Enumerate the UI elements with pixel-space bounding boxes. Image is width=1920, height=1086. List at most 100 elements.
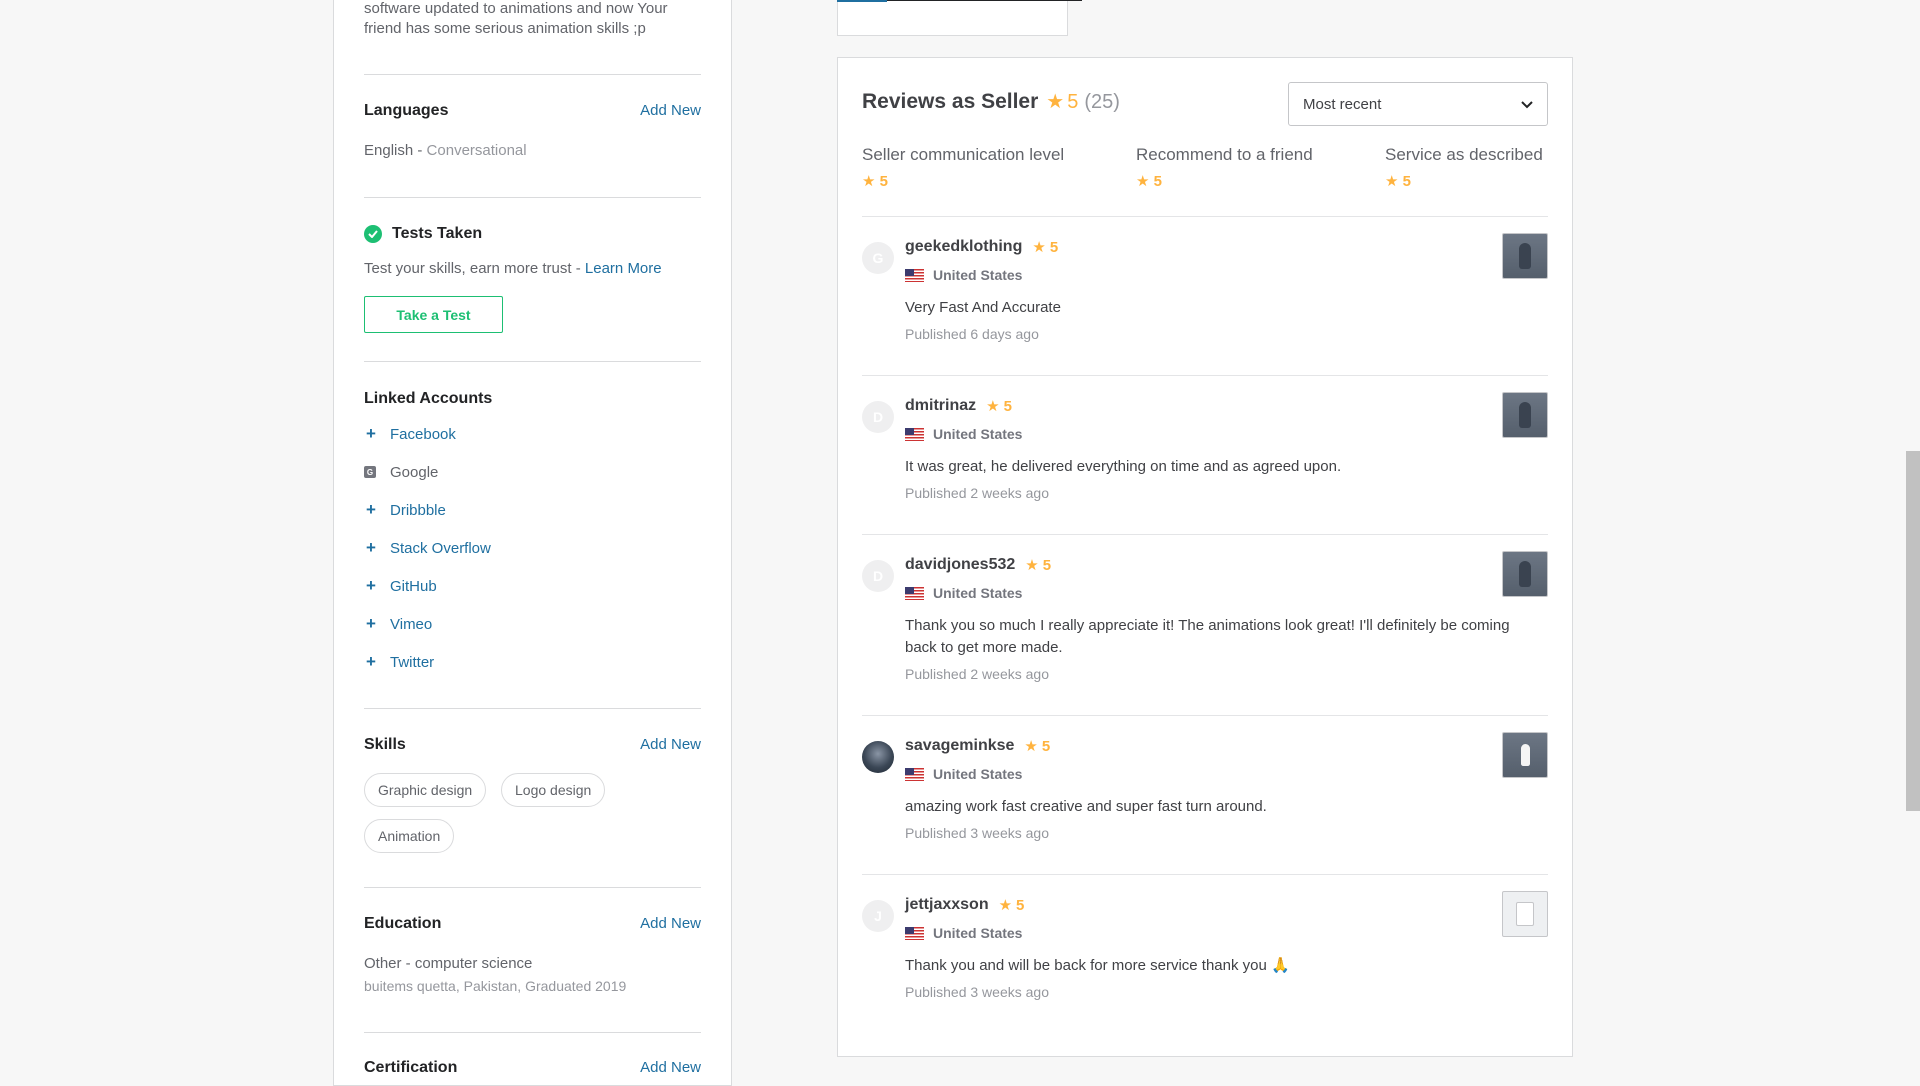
- linked-account-label: GitHub: [390, 577, 437, 595]
- review-header: geekedklothing ★ 5: [905, 238, 1058, 256]
- linked-account-label: Twitter: [390, 653, 435, 671]
- plus-icon: +: [366, 576, 376, 595]
- review-date: Published 2 weeks ago: [905, 485, 1049, 501]
- review-date: Published 3 weeks ago: [905, 984, 1049, 1000]
- tests-description: Test your skills, earn more trust - Lear…: [364, 260, 662, 277]
- review-date: Published 3 weeks ago: [905, 825, 1049, 841]
- gig-thumbnail[interactable]: [1502, 551, 1548, 597]
- reviewer-username[interactable]: geekedklothing: [905, 238, 1022, 256]
- plus-icon: +: [366, 424, 376, 443]
- star-icon: ★: [862, 173, 876, 190]
- review-text: Thank you and will be back for more serv…: [905, 957, 1290, 974]
- education-title: Education: [364, 915, 442, 932]
- linked-accounts-title: Linked Accounts: [364, 390, 493, 407]
- take-a-test-button[interactable]: Take a Test: [364, 296, 503, 333]
- linked-account-stack-overflow[interactable]: + Stack Overflow: [364, 537, 491, 559]
- thumbnail-figure: [1519, 561, 1531, 587]
- criteria-rating: ★ 5: [1136, 172, 1162, 190]
- language-name: English: [364, 142, 414, 159]
- plus-icon: +: [366, 652, 376, 671]
- star-icon: ★: [1385, 173, 1399, 190]
- review-header: davidjones532 ★ 5: [905, 556, 1051, 574]
- education-degree: Other - computer science: [364, 955, 533, 972]
- review-rating: 5: [1049, 238, 1059, 256]
- star-icon: ★: [1136, 173, 1150, 190]
- gig-card-stub: [837, 0, 1068, 36]
- gig-thumbnail[interactable]: [1502, 392, 1548, 438]
- us-flag-icon: [905, 427, 924, 441]
- skill-chip[interactable]: Animation: [364, 819, 455, 853]
- criteria-label: Service as described: [1385, 145, 1543, 164]
- profile-sidebar-card: software updated to animations and now Y…: [333, 0, 732, 1086]
- star-icon: ★: [986, 398, 1000, 415]
- gig-thumbnail[interactable]: [1502, 732, 1548, 778]
- tests-desc-text: Test your skills, earn more trust -: [364, 260, 585, 277]
- reviews-card: Reviews as Seller ★ 5 (25) Most recent S…: [837, 57, 1573, 1057]
- skill-chip[interactable]: Graphic design: [364, 773, 487, 807]
- sort-selected-value: Most recent: [1303, 95, 1382, 113]
- avatar[interactable]: D: [862, 560, 894, 592]
- plus-icon: +: [366, 614, 376, 633]
- reviewer-country: United States: [905, 585, 1022, 601]
- review-date: Published 6 days ago: [905, 326, 1039, 342]
- education-add-new-link[interactable]: Add New: [640, 915, 701, 932]
- criteria-label: Recommend to a friend: [1136, 145, 1313, 164]
- profile-description: software updated to animations and now Y…: [364, 0, 668, 39]
- reviewer-username[interactable]: dmitrinaz: [905, 397, 976, 415]
- linked-account-facebook[interactable]: + Facebook: [364, 423, 456, 445]
- avatar[interactable]: D: [862, 401, 894, 433]
- tab-active-indicator: [837, 0, 887, 2]
- criteria-label: Seller communication level: [862, 145, 1065, 164]
- learn-more-link[interactable]: Learn More: [585, 260, 662, 277]
- reviews-count: (25): [1084, 91, 1120, 113]
- avatar[interactable]: J: [862, 900, 894, 932]
- reviews-rating: 5: [1067, 91, 1079, 113]
- reviewer-username[interactable]: davidjones532: [905, 556, 1015, 574]
- linked-account-label: Vimeo: [390, 615, 433, 633]
- country-name: United States: [933, 766, 1023, 782]
- reviews-divider: [862, 874, 1548, 875]
- description-line: friend has some serious animation skills…: [364, 20, 646, 37]
- thumbnail-figure: [1520, 744, 1530, 766]
- linked-account-label: Facebook: [390, 425, 456, 443]
- star-icon: ★: [1025, 557, 1039, 574]
- review-header: savageminkse ★ 5: [905, 737, 1050, 755]
- sort-dropdown[interactable]: Most recent: [1288, 82, 1548, 126]
- review-rating: 5: [1003, 397, 1012, 415]
- description-line: software updated to animations and now Y…: [364, 0, 668, 17]
- review-text: Very Fast And Accurate: [905, 299, 1061, 316]
- linked-account-label: Dribbble: [390, 501, 446, 519]
- reviewer-username[interactable]: savageminkse: [905, 737, 1014, 755]
- avatar[interactable]: [862, 741, 894, 773]
- skill-chip[interactable]: Logo design: [501, 773, 606, 807]
- certification-title: Certification: [364, 1059, 458, 1076]
- languages-add-new-link[interactable]: Add New: [640, 102, 701, 119]
- avatar[interactable]: G: [862, 242, 894, 274]
- section-divider: [364, 1032, 701, 1033]
- plus-icon: +: [366, 538, 376, 557]
- review-rating: 5: [1041, 737, 1051, 755]
- certification-add-new-link[interactable]: Add New: [640, 1059, 701, 1076]
- page-scrollbar-thumb[interactable]: [1906, 451, 1920, 811]
- star-icon: ★: [1024, 738, 1038, 755]
- linked-account-github[interactable]: + GitHub: [364, 575, 437, 597]
- reviewer-username[interactable]: jettjaxxson: [905, 896, 989, 914]
- review-text-line: Thank you so much I really appreciate it…: [905, 617, 1510, 634]
- reviews-header: Reviews as Seller ★ 5 (25): [862, 89, 1120, 114]
- country-name: United States: [933, 585, 1023, 601]
- gig-thumbnail[interactable]: [1502, 891, 1548, 937]
- criteria-rating: ★ 5: [1385, 172, 1411, 190]
- skills-add-new-link[interactable]: Add New: [640, 736, 701, 753]
- star-icon: ★: [998, 897, 1013, 914]
- language-level: Conversational: [426, 142, 527, 159]
- linked-account-dribbble[interactable]: + Dribbble: [364, 499, 446, 521]
- thumbnail-figure: [1516, 902, 1534, 926]
- chevron-down-icon: [1521, 96, 1533, 113]
- linked-account-vimeo[interactable]: + Vimeo: [364, 613, 432, 635]
- criteria-rating: ★ 5: [862, 172, 888, 190]
- gig-thumbnail[interactable]: [1502, 233, 1548, 279]
- us-flag-icon: [905, 268, 924, 282]
- country-name: United States: [933, 426, 1023, 442]
- language-entry: English - Conversational: [364, 142, 527, 159]
- linked-account-twitter[interactable]: + Twitter: [364, 651, 434, 673]
